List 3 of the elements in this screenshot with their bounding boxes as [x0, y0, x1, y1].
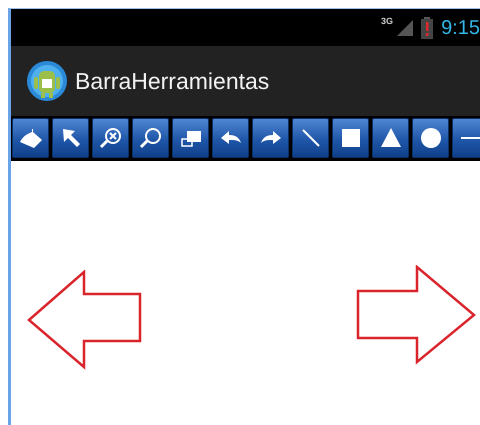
network-type: 3G	[381, 15, 394, 28]
app-title: BarraHerramientas	[75, 66, 270, 96]
clock-time: 9:15	[441, 18, 480, 38]
